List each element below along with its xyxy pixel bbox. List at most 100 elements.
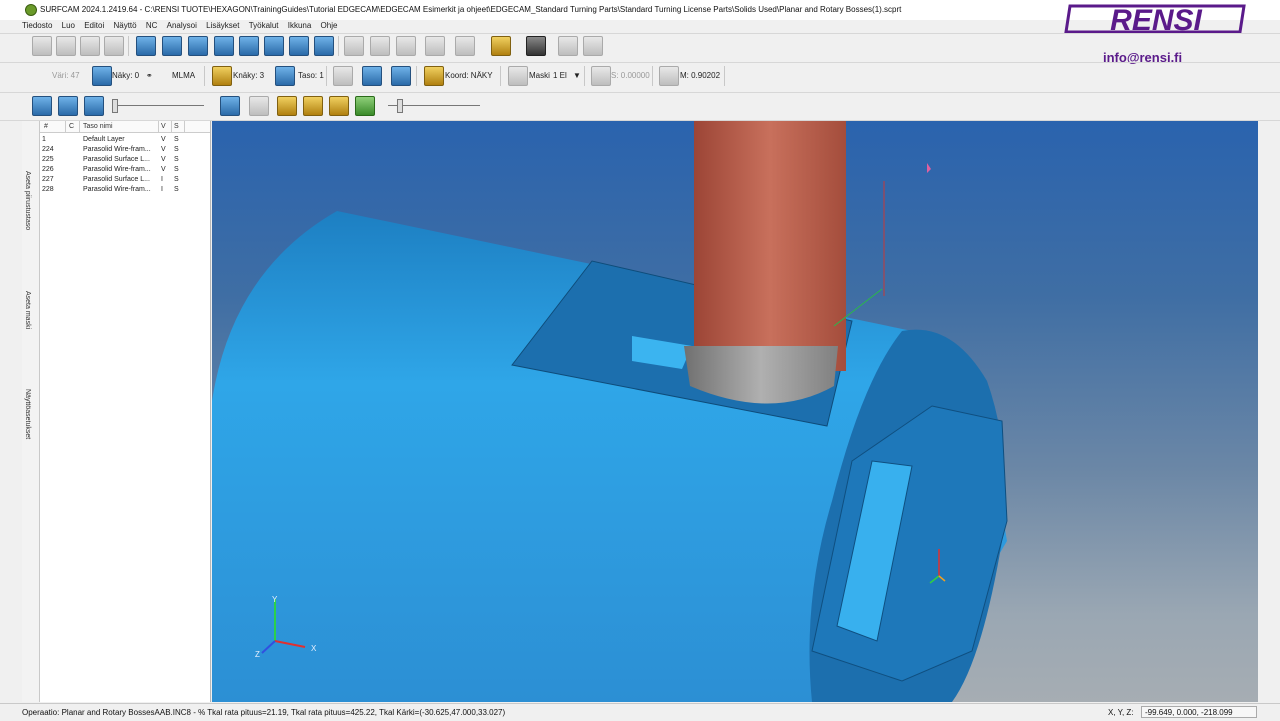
layer-visible[interactable]: V — [161, 156, 166, 163]
level-label[interactable]: Taso: 1 — [298, 71, 324, 80]
transform-icon[interactable] — [396, 36, 416, 56]
rewind-icon[interactable] — [84, 96, 104, 116]
layer-select[interactable]: S — [174, 166, 179, 173]
menu-ikkuna[interactable]: Ikkuna — [288, 21, 312, 30]
menu-luo[interactable]: Luo — [62, 21, 75, 30]
machine-icon[interactable] — [526, 36, 546, 56]
layer-name: Parasolid Wire-fram... — [83, 166, 151, 173]
speed-slider[interactable] — [112, 105, 204, 106]
pan-icon[interactable] — [239, 36, 259, 56]
menu-naytto[interactable]: Näyttö — [113, 21, 136, 30]
tab-set-drawing-level[interactable]: Aseta piirustustaso — [24, 171, 31, 230]
layer-visible[interactable]: V — [161, 166, 166, 173]
tool-only-icon[interactable] — [303, 96, 323, 116]
layer-select[interactable]: S — [174, 156, 179, 163]
stop-icon[interactable] — [58, 96, 78, 116]
save-icon[interactable] — [80, 36, 100, 56]
layer-visible[interactable]: I — [161, 176, 163, 183]
speed-slider-knob[interactable] — [112, 99, 118, 113]
layer-row[interactable]: 224 Parasolid Wire-fram... V S — [40, 145, 210, 155]
open-file-icon[interactable] — [56, 36, 76, 56]
layer-row[interactable]: 226 Parasolid Wire-fram... V S — [40, 165, 210, 175]
mask-label: Maski — [529, 71, 550, 80]
col-c[interactable]: C — [69, 123, 74, 130]
measure-icon[interactable] — [455, 36, 475, 56]
layer-row[interactable]: 227 Parasolid Surface L... I S — [40, 175, 210, 185]
glasses-icon[interactable]: ⚭ — [146, 71, 153, 80]
layer-num: 226 — [42, 166, 54, 173]
layer-select[interactable]: S — [174, 176, 179, 183]
position-slider-knob[interactable] — [397, 99, 403, 113]
new-file-icon[interactable] — [32, 36, 52, 56]
layer-row[interactable]: 1 Default Layer V S — [40, 135, 210, 145]
m-value[interactable]: M: 0.90202 — [680, 71, 720, 80]
verify-icon[interactable] — [558, 36, 578, 56]
grid-icon[interactable] — [425, 36, 445, 56]
delete-icon[interactable] — [344, 36, 364, 56]
zoom-previous-icon[interactable] — [188, 36, 208, 56]
sim-settings-icon[interactable] — [355, 96, 375, 116]
mask-icon[interactable] — [508, 66, 528, 86]
col-num[interactable]: # — [44, 123, 48, 130]
mask-dropdown[interactable]: 1 El — [553, 71, 567, 80]
cview-label[interactable]: Knäky: 3 — [233, 71, 264, 80]
layer-visible[interactable]: I — [161, 186, 163, 193]
level-icon[interactable] — [275, 66, 295, 86]
tool-outline-icon[interactable] — [329, 96, 349, 116]
s-icon[interactable] — [591, 66, 611, 86]
measure-m-icon[interactable] — [659, 66, 679, 86]
sim-icon[interactable] — [583, 36, 603, 56]
menu-editoi[interactable]: Editoi — [84, 21, 104, 30]
col-v[interactable]: V — [161, 123, 166, 130]
play-icon[interactable] — [32, 96, 52, 116]
menu-tiedosto[interactable]: Tiedosto — [22, 21, 52, 30]
trim-icon[interactable] — [370, 36, 390, 56]
tool-select-icon[interactable] — [491, 36, 511, 56]
menu-nc[interactable]: NC — [146, 21, 158, 30]
graphics-viewport[interactable]: Y X Z — [212, 121, 1258, 702]
tool-display-icon[interactable] — [277, 96, 297, 116]
col-s[interactable]: S — [174, 123, 179, 130]
mlma-label[interactable]: MLMA — [172, 71, 195, 80]
coordinate-icon[interactable] — [424, 66, 444, 86]
view-icon[interactable] — [92, 66, 112, 86]
layer-select[interactable]: S — [174, 186, 179, 193]
coord-label[interactable]: Koord: NÄKY — [445, 71, 493, 80]
layer-select[interactable]: S — [174, 136, 179, 143]
toolbar-separator — [338, 36, 339, 56]
tab-set-mask[interactable]: Aseta maski — [24, 291, 31, 329]
color-label[interactable]: Väri: 47 — [52, 71, 80, 80]
chevron-down-icon[interactable]: ▼ — [573, 71, 581, 80]
s-value[interactable]: S: 0.00000 — [611, 71, 650, 80]
shaded-icon[interactable] — [362, 66, 382, 86]
layer-row[interactable]: 225 Parasolid Surface L... V S — [40, 155, 210, 165]
surfcam-app-icon[interactable] — [25, 4, 37, 16]
zoom-in-icon[interactable] — [264, 36, 284, 56]
zoom-out-icon[interactable] — [214, 36, 234, 56]
view-label[interactable]: Näky: 0 — [112, 71, 139, 80]
print-icon[interactable] — [104, 36, 124, 56]
shaded-edges-icon[interactable] — [391, 66, 411, 86]
menu-tyokalut[interactable]: Työkalut — [249, 21, 279, 30]
wireframe-icon[interactable] — [333, 66, 353, 86]
menu-analysoi[interactable]: Analysoi — [167, 21, 197, 30]
zoom-all-icon[interactable] — [162, 36, 182, 56]
layer-select[interactable]: S — [174, 146, 179, 153]
zoom-dynamic-icon[interactable] — [289, 36, 309, 56]
tool-holder-icon[interactable] — [249, 96, 269, 116]
z-axis-label: Z — [255, 650, 260, 659]
tab-display-settings[interactable]: Näyttöasetukset — [24, 389, 31, 439]
redraw-icon[interactable] — [314, 36, 334, 56]
step-icon[interactable] — [220, 96, 240, 116]
layer-panel: # C Taso nimi V S 1 Default Layer V S 22… — [40, 121, 211, 702]
layer-row[interactable]: 228 Parasolid Wire-fram... I S — [40, 185, 210, 195]
layer-visible[interactable]: V — [161, 136, 166, 143]
cview-icon[interactable] — [212, 66, 232, 86]
menu-lisaykset[interactable]: Lisäykset — [206, 21, 239, 30]
col-level-name[interactable]: Taso nimi — [83, 123, 113, 130]
status-bar: Operaatio: Planar and Rotary BossesAAB.I… — [0, 703, 1280, 721]
menu-ohje[interactable]: Ohje — [321, 21, 338, 30]
layer-visible[interactable]: V — [161, 146, 166, 153]
zoom-window-icon[interactable] — [136, 36, 156, 56]
toolbar-separator — [204, 66, 205, 86]
